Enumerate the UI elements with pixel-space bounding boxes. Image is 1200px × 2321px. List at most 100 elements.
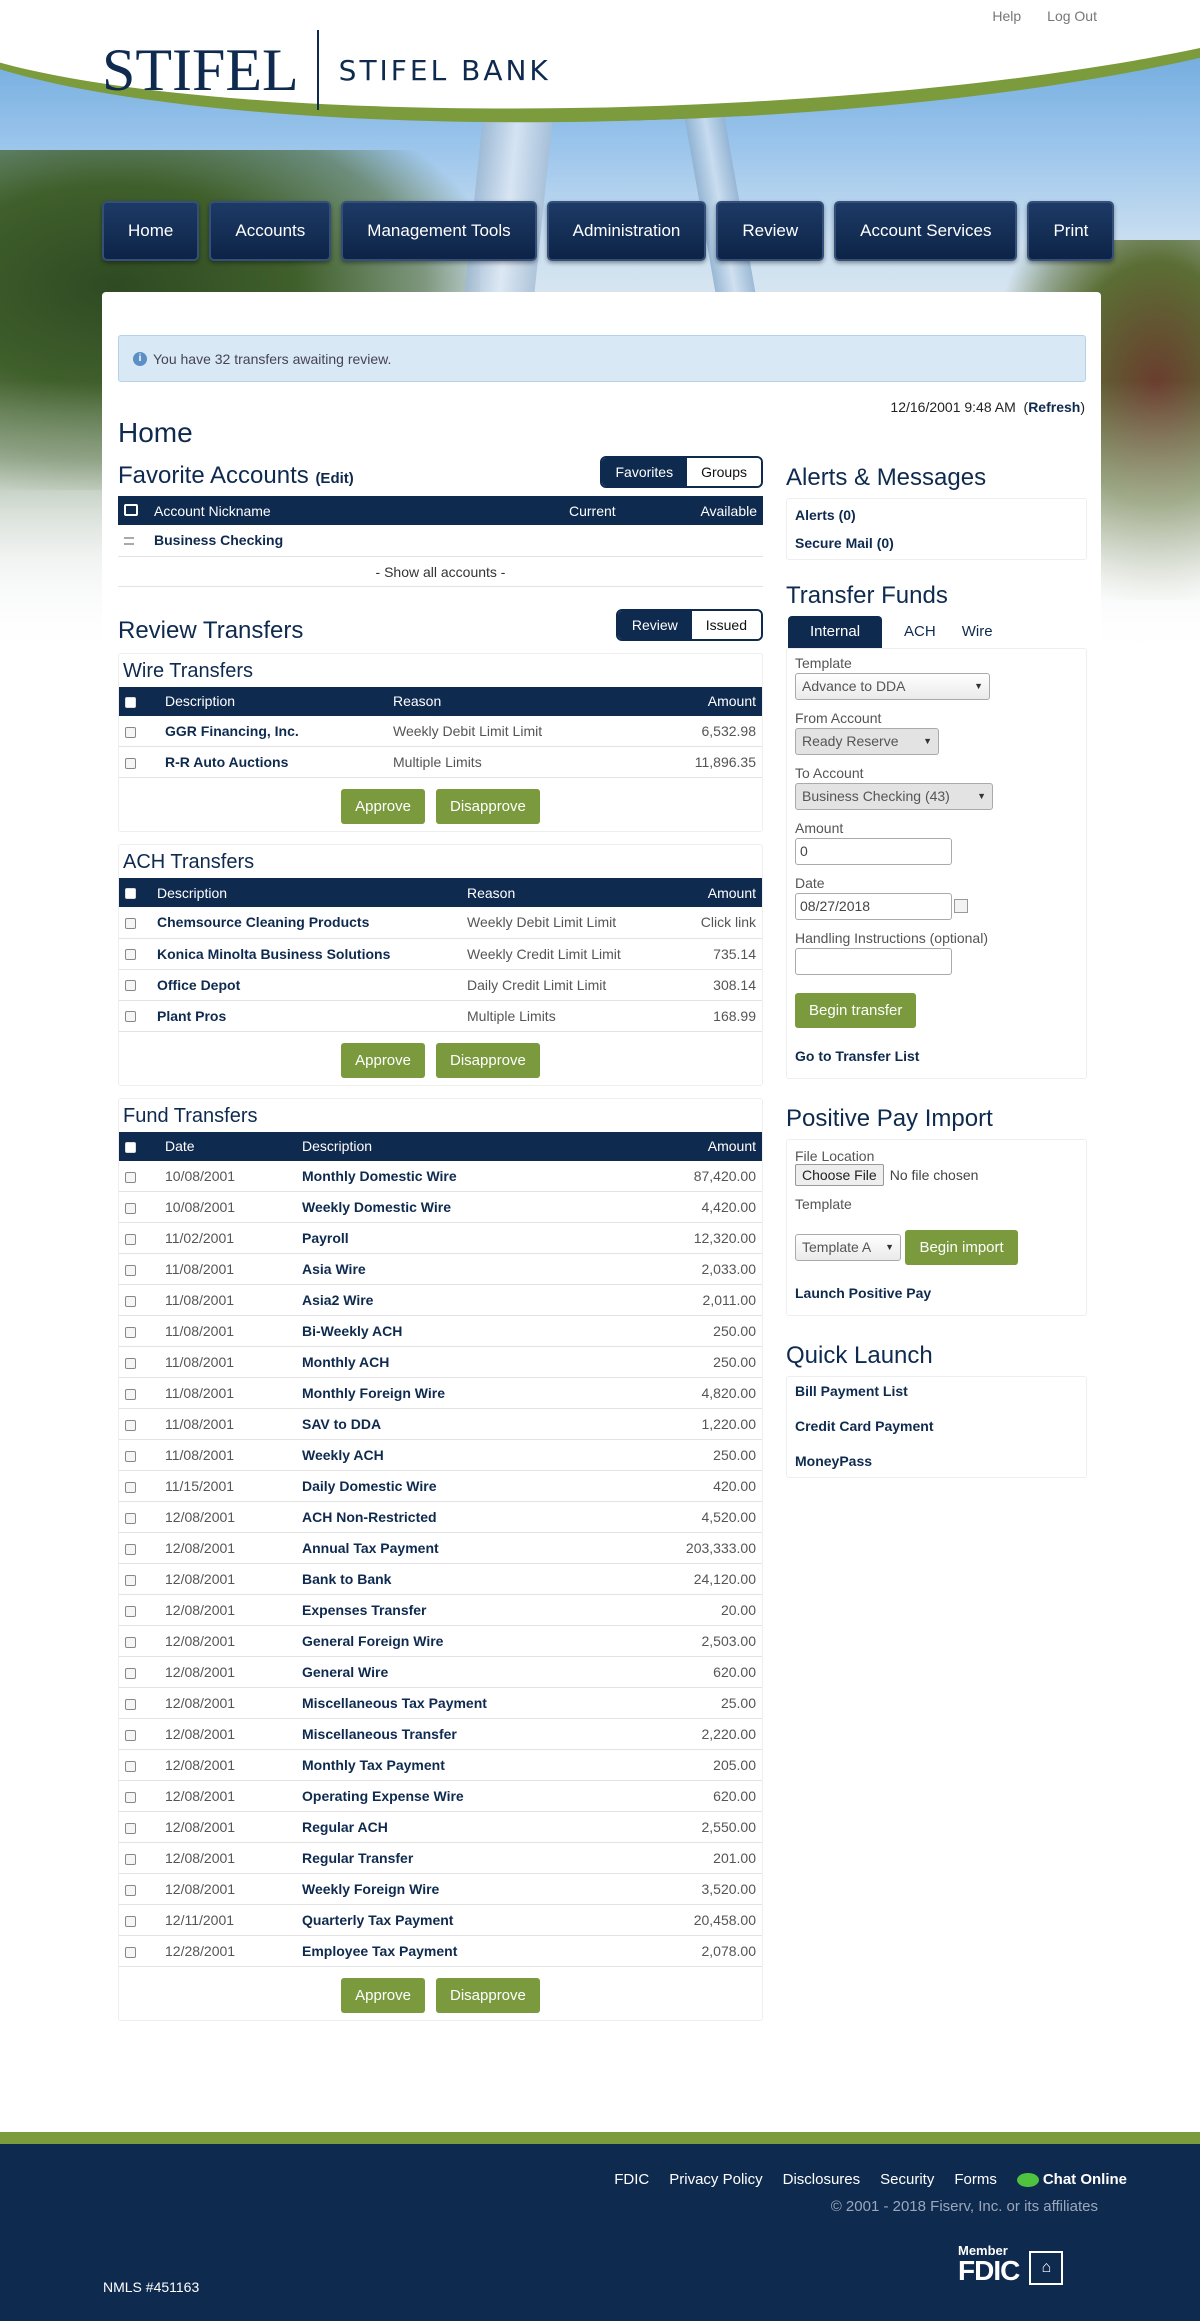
logo[interactable]: STIFEL STIFEL BANK <box>102 30 551 110</box>
template-select[interactable]: Advance to DDA ▼ <box>795 673 990 700</box>
fund-desc[interactable]: Regular Transfer <box>296 1842 625 1874</box>
fund-desc[interactable]: Operating Expense Wire <box>296 1780 625 1812</box>
toggle-groups[interactable]: Groups <box>687 458 761 486</box>
fund-desc[interactable]: General Wire <box>296 1656 625 1688</box>
amount-input[interactable]: 0 <box>795 838 952 865</box>
fund-desc[interactable]: Monthly Foreign Wire <box>296 1377 625 1409</box>
fund-desc[interactable]: Weekly ACH <box>296 1439 625 1471</box>
refresh-link[interactable]: Refresh <box>1028 399 1080 415</box>
row-checkbox[interactable] <box>125 1233 136 1245</box>
row-checkbox[interactable] <box>125 1481 136 1493</box>
ach-desc[interactable]: Chemsource Cleaning Products <box>151 907 461 939</box>
row-checkbox[interactable] <box>125 1636 136 1648</box>
row-checkbox[interactable] <box>125 1698 136 1710</box>
nav-management-tools[interactable]: Management Tools <box>341 201 537 261</box>
ach-desc[interactable]: Plant Pros <box>151 1000 461 1032</box>
select-all-checkbox[interactable] <box>125 888 136 900</box>
fund-desc[interactable]: Asia Wire <box>296 1253 625 1285</box>
row-checkbox[interactable] <box>125 1822 136 1834</box>
fund-desc[interactable]: Regular ACH <box>296 1811 625 1843</box>
wire-desc[interactable]: GGR Financing, Inc. <box>159 715 387 747</box>
print-icon[interactable] <box>124 503 138 516</box>
nav-home[interactable]: Home <box>102 201 200 261</box>
ach-desc[interactable]: Konica Minolta Business Solutions <box>151 938 461 970</box>
wire-desc[interactable]: R-R Auto Auctions <box>159 746 387 778</box>
favorites-edit-link[interactable]: (Edit) <box>315 470 353 487</box>
tab-wire[interactable]: Wire <box>958 616 1015 648</box>
fund-desc[interactable]: Daily Domestic Wire <box>296 1470 625 1502</box>
date-input[interactable]: 08/27/2018 <box>795 893 952 920</box>
row-checkbox[interactable] <box>125 1574 136 1586</box>
row-checkbox[interactable] <box>125 1946 136 1958</box>
pp-template-select[interactable]: Template A ▼ <box>795 1234 901 1261</box>
fund-desc[interactable]: Employee Tax Payment <box>296 1935 625 1967</box>
toggle-review[interactable]: Review <box>617 610 692 639</box>
disapprove-button[interactable]: Disapprove <box>436 1978 540 2013</box>
show-all-accounts-link[interactable]: - Show all accounts - <box>118 557 763 587</box>
row-checkbox[interactable] <box>125 1853 136 1865</box>
row-checkbox[interactable] <box>125 1512 136 1524</box>
fund-desc[interactable]: Weekly Domestic Wire <box>296 1191 625 1223</box>
row-checkbox[interactable] <box>125 1729 136 1741</box>
row-checkbox[interactable] <box>125 1171 136 1183</box>
fund-desc[interactable]: Quarterly Tax Payment <box>296 1904 625 1936</box>
row-checkbox[interactable] <box>125 1295 136 1307</box>
select-all-checkbox[interactable] <box>125 696 136 708</box>
row-checkbox[interactable] <box>125 949 136 961</box>
fund-desc[interactable]: Expenses Transfer <box>296 1594 625 1626</box>
fund-desc[interactable]: Bank to Bank <box>296 1563 625 1595</box>
nav-administration[interactable]: Administration <box>546 201 707 261</box>
table-row[interactable]: Business Checking <box>118 525 763 557</box>
row-checkbox[interactable] <box>125 1791 136 1803</box>
fund-desc[interactable]: Monthly Tax Payment <box>296 1749 625 1781</box>
fund-desc[interactable]: Asia2 Wire <box>296 1284 625 1316</box>
secure-mail-link[interactable]: Secure Mail (0) <box>795 535 1078 551</box>
footer-link-security[interactable]: Security <box>880 2171 934 2188</box>
toggle-issued[interactable]: Issued <box>691 610 761 639</box>
ach-desc[interactable]: Office Depot <box>151 969 461 1001</box>
row-checkbox[interactable] <box>125 1264 136 1276</box>
row-checkbox[interactable] <box>125 1419 136 1431</box>
fund-desc[interactable]: Miscellaneous Tax Payment <box>296 1687 625 1719</box>
fund-desc[interactable]: Weekly Foreign Wire <box>296 1873 625 1905</box>
bill-payment-link[interactable]: Bill Payment List <box>795 1383 1078 1399</box>
to-account-select[interactable]: Business Checking (43) ▼ <box>795 783 993 810</box>
tab-internal[interactable]: Internal <box>788 616 883 648</box>
handling-input[interactable] <box>795 948 952 975</box>
row-checkbox[interactable] <box>125 757 136 769</box>
calendar-icon[interactable] <box>954 898 968 913</box>
begin-import-button[interactable]: Begin import <box>905 1230 1018 1265</box>
row-checkbox[interactable] <box>125 1667 136 1679</box>
footer-link-fdic[interactable]: FDIC <box>614 2171 649 2188</box>
nav-accounts[interactable]: Accounts <box>209 201 332 261</box>
nav-review[interactable]: Review <box>716 201 825 261</box>
row-checkbox[interactable] <box>125 1884 136 1896</box>
launch-positive-pay-link[interactable]: Launch Positive Pay <box>795 1285 1078 1301</box>
fund-desc[interactable]: Miscellaneous Transfer <box>296 1718 625 1750</box>
toggle-favorites[interactable]: Favorites <box>601 458 688 486</box>
account-name[interactable]: Business Checking <box>148 525 563 557</box>
row-checkbox[interactable] <box>125 1605 136 1617</box>
row-checkbox[interactable] <box>125 1450 136 1462</box>
tab-ach[interactable]: ACH <box>882 616 958 648</box>
approve-button[interactable]: Approve <box>341 789 425 824</box>
approve-button[interactable]: Approve <box>341 1978 425 2013</box>
row-checkbox[interactable] <box>125 1357 136 1369</box>
fund-desc[interactable]: Payroll <box>296 1222 625 1254</box>
footer-link-disclosures[interactable]: Disclosures <box>783 2171 861 2188</box>
help-link[interactable]: Help <box>992 8 1021 24</box>
chat-online-link[interactable]: Chat Online <box>1016 2171 1127 2188</box>
row-checkbox[interactable] <box>125 980 136 992</box>
row-checkbox[interactable] <box>125 1326 136 1338</box>
nav-account-services[interactable]: Account Services <box>834 201 1018 261</box>
disapprove-button[interactable]: Disapprove <box>436 1042 540 1078</box>
fund-desc[interactable]: ACH Non-Restricted <box>296 1501 625 1533</box>
approve-button[interactable]: Approve <box>341 1042 425 1078</box>
alerts-link[interactable]: Alerts (0) <box>795 507 1078 523</box>
row-checkbox[interactable] <box>125 1388 136 1400</box>
nav-print[interactable]: Print <box>1027 201 1115 261</box>
fund-desc[interactable]: Bi-Weekly ACH <box>296 1315 625 1347</box>
row-checkbox[interactable] <box>125 1760 136 1772</box>
begin-transfer-button[interactable]: Begin transfer <box>795 993 917 1028</box>
footer-link-forms[interactable]: Forms <box>954 2171 997 2188</box>
